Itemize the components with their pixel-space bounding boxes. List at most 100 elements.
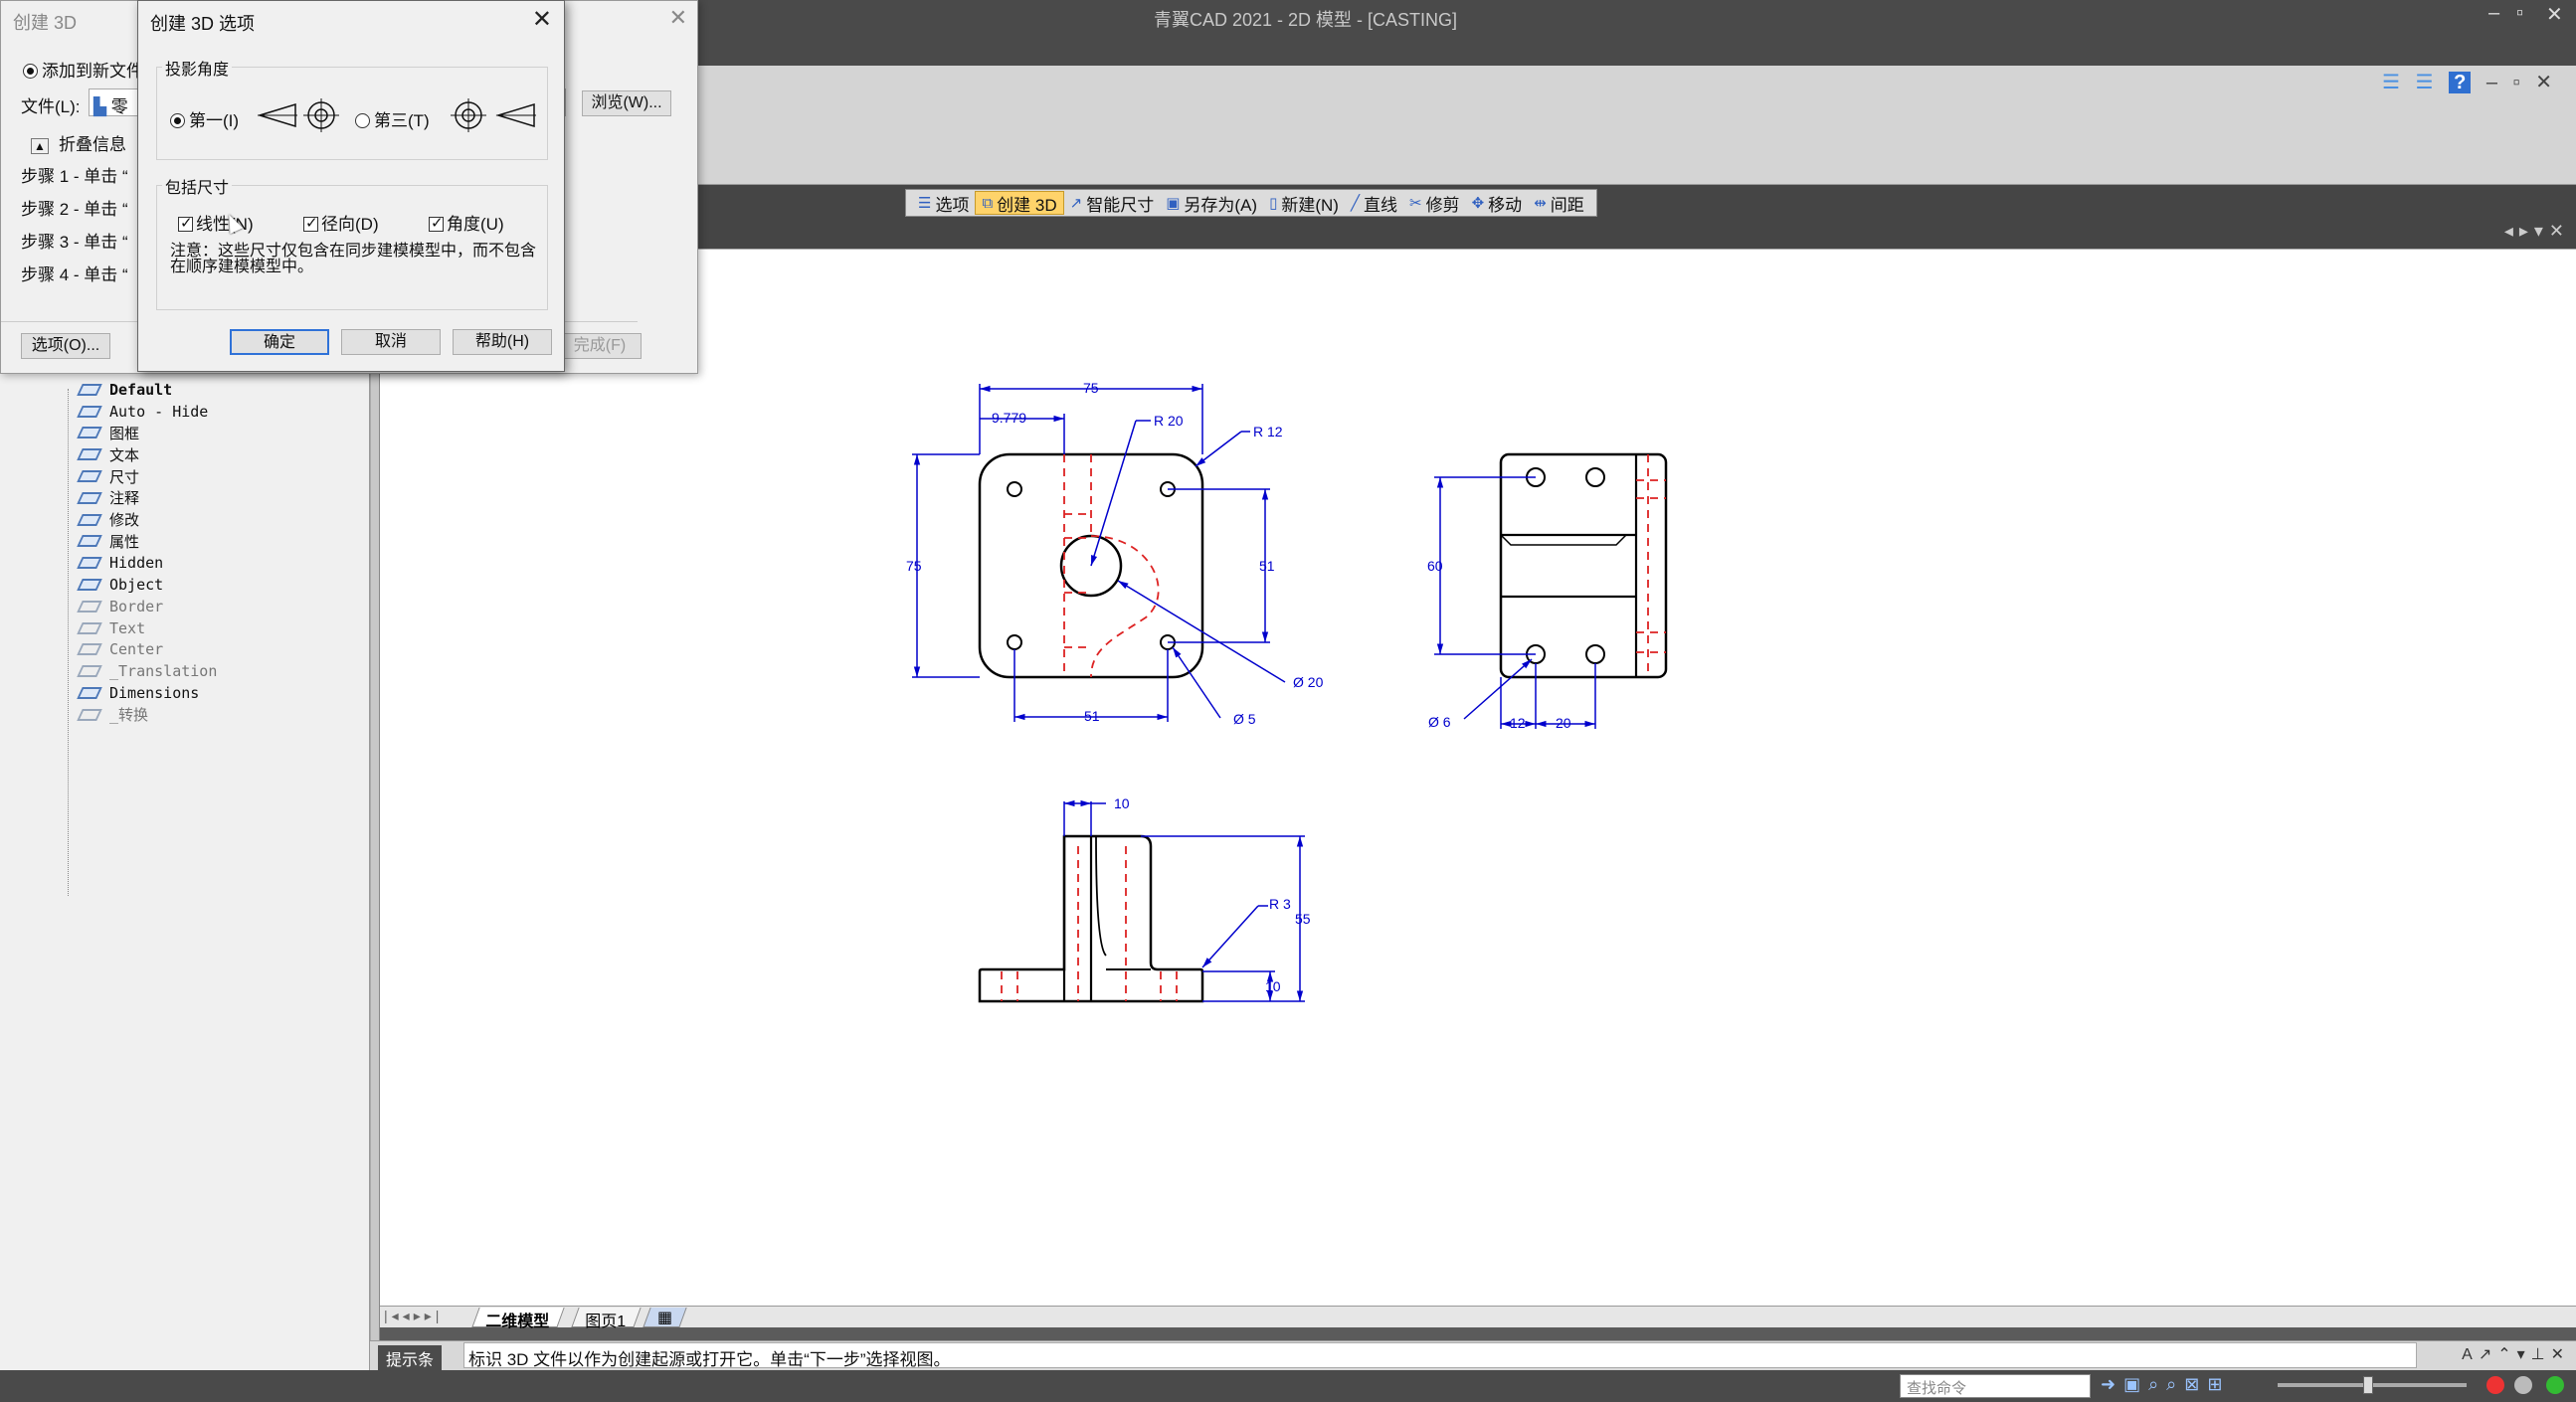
layer-name: Default bbox=[109, 380, 173, 399]
command-trim[interactable]: ✂ 修剪 bbox=[1403, 191, 1466, 215]
app-window: 青翼CAD 2021 - 2D 模型 - [CASTING] – ▫ ✕ ☰ ☰… bbox=[0, 0, 2576, 1402]
cancel-button[interactable]: 取消 bbox=[341, 329, 441, 355]
sheet-tab-2d-model[interactable]: 二维模型 bbox=[471, 1308, 565, 1330]
command-move[interactable]: ✥ 移动 bbox=[1466, 191, 1529, 215]
prompt-label: 提示条 bbox=[378, 1345, 443, 1371]
layer-item[interactable]: 图框 bbox=[60, 423, 217, 444]
close-icon[interactable]: ✕ bbox=[2546, 2, 2563, 27]
finish-button[interactable]: 完成(F) bbox=[558, 333, 642, 359]
dim-front-55: 55 bbox=[1295, 911, 1311, 927]
dim-side-dia6: Ø 6 bbox=[1428, 714, 1451, 730]
command-search-input[interactable]: 查找命令 bbox=[1900, 1374, 2091, 1398]
layer-icon bbox=[77, 643, 102, 656]
ribbon-close-icon[interactable]: ✕ bbox=[2535, 72, 2552, 93]
layer-icon bbox=[77, 535, 102, 548]
top-view-hidden-lines bbox=[1063, 454, 1160, 678]
drawing-canvas[interactable]: 75 9.779 R 20 R 12 75 51 51 Ø 20 Ø 5 60 … bbox=[380, 249, 2576, 1306]
command-create-3d[interactable]: ⧉ 创建 3D bbox=[975, 191, 1064, 215]
ribbon-restore-icon[interactable]: ▫ bbox=[2513, 72, 2520, 93]
options-icon: ☰ bbox=[918, 195, 932, 212]
dim-top-width: 75 bbox=[1083, 380, 1099, 396]
layer-item[interactable]: 注释 bbox=[60, 487, 217, 509]
layer-item[interactable]: Dimensions bbox=[60, 682, 217, 704]
dim-side-20: 20 bbox=[1556, 715, 1571, 731]
layer-item[interactable]: Default bbox=[60, 379, 217, 401]
collapse-info-toggle[interactable]: ▲ 折叠信息 bbox=[31, 130, 126, 155]
layer-item[interactable]: 属性 bbox=[60, 531, 217, 553]
record-icon[interactable] bbox=[2486, 1376, 2504, 1394]
dialog-title: 创建 3D 选项 bbox=[150, 14, 256, 34]
view-nav-icons[interactable]: ◂▸▾✕ bbox=[2504, 221, 2570, 242]
command-line[interactable]: ╱ 直线 bbox=[1345, 191, 1403, 215]
wizard-step: 步骤 2 - 单击 “ bbox=[21, 200, 128, 219]
help-button[interactable]: 帮助(H) bbox=[453, 329, 552, 355]
layer-icon bbox=[77, 557, 102, 570]
dim-dia20: Ø 20 bbox=[1293, 674, 1324, 690]
dim-front-10: 10 bbox=[1114, 795, 1130, 811]
angular-checkbox[interactable]: 角度(U) bbox=[429, 210, 504, 235]
layer-item[interactable]: 文本 bbox=[60, 443, 217, 465]
dim-r12: R 12 bbox=[1253, 424, 1283, 439]
layer-name: 文本 bbox=[109, 445, 140, 464]
layer-item[interactable]: Border bbox=[60, 596, 217, 617]
layer-name: Dimensions bbox=[109, 684, 200, 703]
dim-dia5: Ø 5 bbox=[1233, 711, 1256, 727]
include-dims-group-label: 包括尺寸 bbox=[162, 174, 233, 198]
wizard-close-icon[interactable]: ✕ bbox=[669, 5, 687, 31]
layer-item[interactable]: 修改 bbox=[60, 509, 217, 531]
stop-icon[interactable] bbox=[2514, 1376, 2532, 1394]
options-button[interactable]: 选项(O)... bbox=[21, 333, 110, 359]
third-angle-radio[interactable]: 第三(T) bbox=[355, 106, 430, 131]
help-icon[interactable]: ? bbox=[2449, 72, 2472, 93]
layer-item[interactable]: Center bbox=[60, 639, 217, 661]
collapse-icon: ▲ bbox=[31, 138, 49, 154]
command-options[interactable]: ☰ 选项 bbox=[912, 191, 975, 215]
layer-item[interactable]: Object bbox=[60, 574, 217, 596]
prompt-controls[interactable]: A↗⌃▾⊥✕ bbox=[2462, 1344, 2570, 1364]
browse-button[interactable]: 浏览(W)... bbox=[582, 90, 671, 116]
dialog-note: 注意：这些尺寸仅包含在同步建模模型中，而不包含在顺序建模模型中。 bbox=[170, 243, 537, 275]
sheet-nav-icons[interactable]: |◂◂▸▸| bbox=[384, 1308, 443, 1324]
minimize-icon[interactable]: – bbox=[2488, 2, 2499, 25]
window-title: 青翼CAD 2021 - 2D 模型 - [CASTING] bbox=[1154, 10, 1458, 30]
zoom-slider-thumb[interactable] bbox=[2363, 1376, 2373, 1394]
layer-name: Auto - Hide bbox=[109, 402, 209, 421]
layer-icon bbox=[77, 491, 102, 504]
radial-checkbox[interactable]: 径向(D) bbox=[303, 210, 379, 235]
layer-icon bbox=[77, 665, 102, 678]
linear-checkbox[interactable]: 线性(N) bbox=[178, 210, 254, 235]
trim-icon: ✂ bbox=[1408, 195, 1422, 212]
layer-icon bbox=[77, 383, 102, 396]
command-label: 新建(N) bbox=[1281, 195, 1339, 215]
drawing-sheet: 75 9.779 R 20 R 12 75 51 51 Ø 20 Ø 5 60 … bbox=[906, 380, 1668, 1003]
wizard-step: 步骤 3 - 单击 “ bbox=[21, 233, 128, 252]
ok-button[interactable]: 确定 bbox=[230, 329, 329, 355]
restore-icon[interactable]: ▫ bbox=[2516, 2, 2523, 25]
command-new-doc[interactable]: ▯ 新建(N) bbox=[1263, 191, 1345, 215]
command-spacing[interactable]: ⇹ 间距 bbox=[1528, 191, 1590, 215]
layer-item[interactable]: 尺寸 bbox=[60, 465, 217, 487]
layer-item[interactable]: Text bbox=[60, 617, 217, 639]
layer-icon bbox=[77, 708, 102, 721]
layer-item[interactable]: Auto - Hide bbox=[60, 401, 217, 423]
dim-front-10b: 10 bbox=[1265, 978, 1281, 994]
sheet-tab-bar: |◂◂▸▸| 二维模型 图页1 ▦ bbox=[380, 1306, 2576, 1330]
sheet-tab-page-1[interactable]: 图页1 bbox=[571, 1308, 642, 1330]
list-icon[interactable]: ☰ bbox=[2382, 72, 2400, 93]
sheet-tab-add-icon[interactable]: ▦ bbox=[643, 1308, 687, 1327]
command-smart-dimension[interactable]: ↗ 智能尺寸 bbox=[1064, 191, 1161, 215]
first-angle-radio[interactable]: 第一(I) bbox=[170, 106, 239, 131]
command-save-as[interactable]: ▣ 另存为(A) bbox=[1160, 191, 1263, 215]
layer-name: Object bbox=[109, 576, 164, 595]
dialog-close-icon[interactable]: ✕ bbox=[532, 5, 552, 34]
layer-name: 修改 bbox=[109, 511, 140, 530]
view-tool-icons[interactable]: ➜▣⌕⌕⊠⊞ bbox=[2101, 1374, 2230, 1395]
add-to-new-file-radio[interactable]: 添加到新文件 bbox=[23, 57, 143, 82]
list-alt-icon[interactable]: ☰ bbox=[2416, 72, 2434, 93]
layer-item[interactable]: Hidden bbox=[60, 552, 217, 574]
layer-item[interactable]: _转换 bbox=[60, 704, 217, 726]
save-as-icon: ▣ bbox=[1166, 195, 1181, 212]
layer-item[interactable]: _Translation bbox=[60, 660, 217, 682]
spacing-icon: ⇹ bbox=[1534, 195, 1547, 212]
ribbon-minimize-icon[interactable]: – bbox=[2486, 72, 2497, 93]
